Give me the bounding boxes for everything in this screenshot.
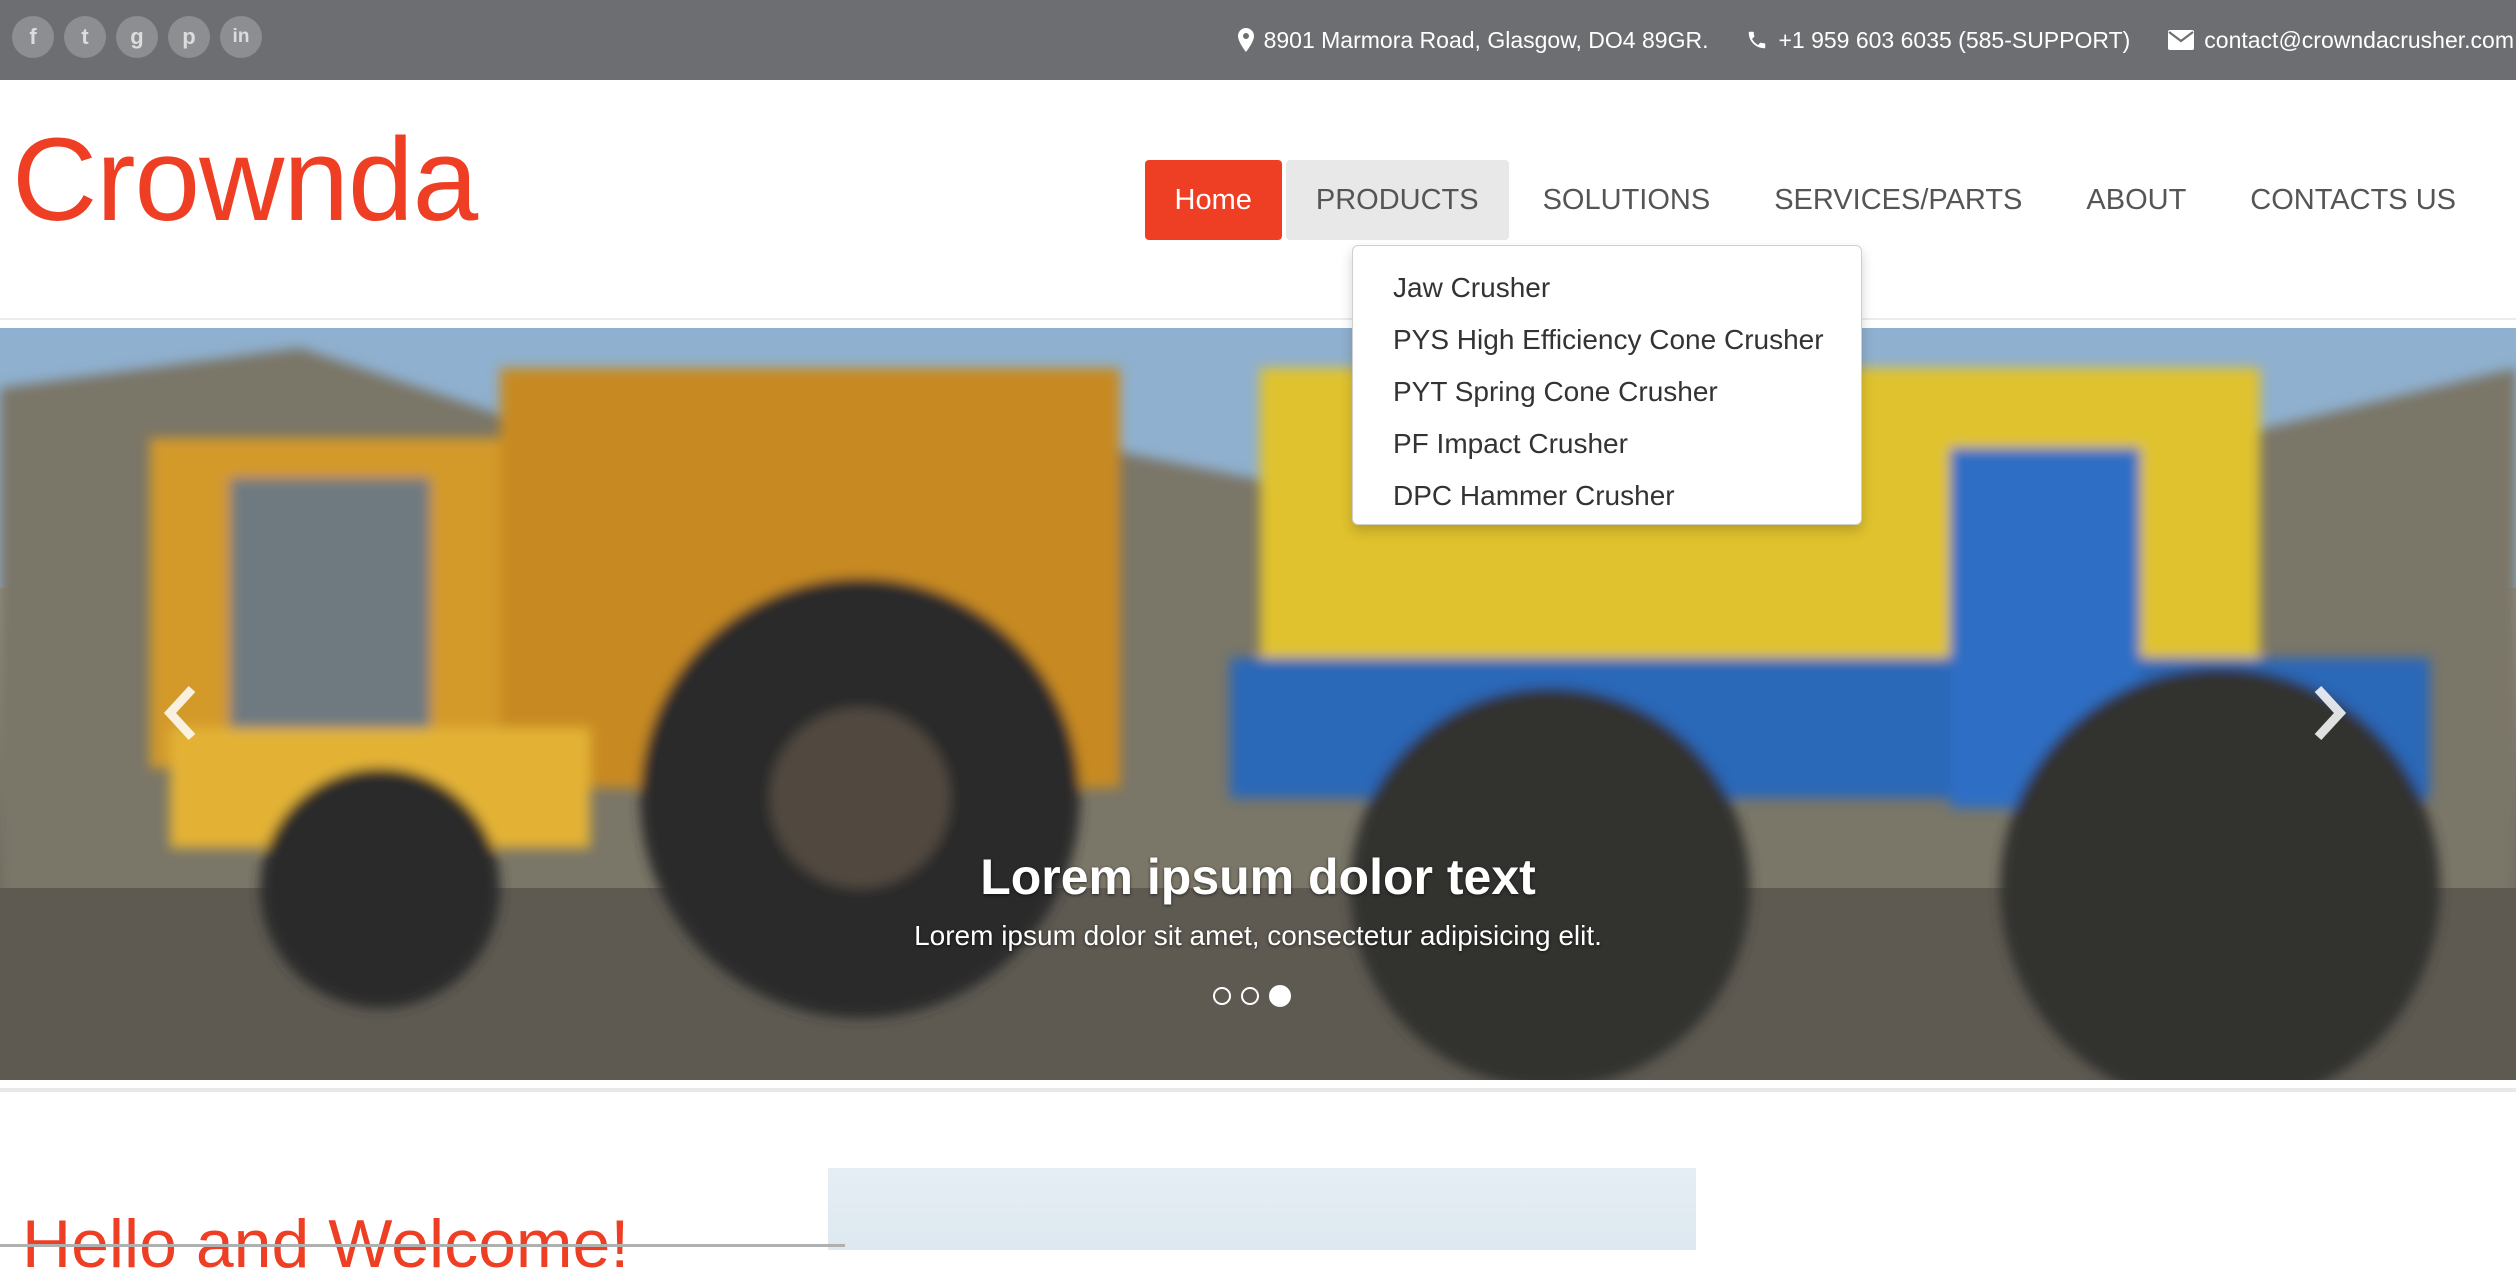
dropdown-item-dpc-hammer-crusher[interactable]: DPC Hammer Crusher xyxy=(1353,470,1861,522)
map-pin-icon xyxy=(1237,28,1254,52)
social-links: f t g p in xyxy=(12,16,262,58)
email-item[interactable]: contact@crowndacrusher.com xyxy=(2168,27,2514,54)
phone-icon xyxy=(1746,29,1768,51)
phone-text: +1 959 603 6035 (585-SUPPORT) xyxy=(1778,26,2131,53)
nav-about[interactable]: ABOUT xyxy=(2056,160,2216,240)
dropdown-item-pf-impact-crusher[interactable]: PF Impact Crusher xyxy=(1353,418,1861,470)
slide-text: Lorem ipsum dolor sit amet, consectetur … xyxy=(914,920,1602,951)
google-plus-icon[interactable]: g xyxy=(116,16,158,58)
phone-item: +1 959 603 6035 (585-SUPPORT) xyxy=(1746,27,2130,54)
scroll-edge xyxy=(0,1244,845,1247)
header-divider xyxy=(0,318,2516,320)
dropdown-item-pyt-cone-crusher[interactable]: PYT Spring Cone Crusher xyxy=(1353,366,1861,418)
slide-image xyxy=(0,328,2516,1080)
envelope-icon xyxy=(2168,30,2195,50)
world-map-image xyxy=(828,1168,1696,1250)
nav-home[interactable]: Home xyxy=(1144,160,1282,240)
contact-info: 8901 Marmora Road, Glasgow, DO4 89GR. +1… xyxy=(1200,0,2516,80)
top-bar: f t g p in 8901 Marmora Road, Glasgow, D… xyxy=(0,0,2516,80)
email-link[interactable]: contact@crowndacrusher.com xyxy=(2204,27,2514,54)
nav-solutions[interactable]: SOLUTIONS xyxy=(1513,160,1741,240)
address-item: 8901 Marmora Road, Glasgow, DO4 89GR. xyxy=(1237,26,1709,54)
nav-services-parts[interactable]: SERVICES/PARTS xyxy=(1744,160,2052,240)
slide-title: Lorem ipsum dolor text xyxy=(980,849,1536,905)
dropdown-item-pys-cone-crusher[interactable]: PYS High Efficiency Cone Crusher xyxy=(1353,314,1861,366)
linkedin-icon[interactable]: in xyxy=(220,16,262,58)
hero-slider: Lorem ipsum dolor text Lorem ipsum dolor… xyxy=(0,328,2516,1080)
facebook-icon[interactable]: f xyxy=(12,16,54,58)
slide-indicator-3[interactable] xyxy=(1269,985,1291,1007)
nav-products[interactable]: PRODUCTS xyxy=(1285,160,1509,240)
pinterest-icon[interactable]: p xyxy=(168,16,210,58)
dropdown-item-jaw-crusher[interactable]: Jaw Crusher xyxy=(1353,262,1861,314)
nav-contacts[interactable]: CONTACTS US xyxy=(2220,160,2486,240)
main-nav: Home PRODUCTS SOLUTIONS SERVICES/PARTS A… xyxy=(1141,160,2487,240)
address-text: 8901 Marmora Road, Glasgow, DO4 89GR. xyxy=(1263,26,1709,53)
slide-indicator-2[interactable] xyxy=(1241,987,1259,1005)
twitter-icon[interactable]: t xyxy=(64,16,106,58)
products-dropdown: Jaw Crusher PYS High Efficiency Cone Cru… xyxy=(1352,245,1862,525)
site-logo[interactable]: Crownda xyxy=(12,115,478,245)
slide-indicator-1[interactable] xyxy=(1213,987,1231,1005)
slider-divider xyxy=(0,1088,2516,1092)
slider-indicators xyxy=(1213,985,1291,1007)
